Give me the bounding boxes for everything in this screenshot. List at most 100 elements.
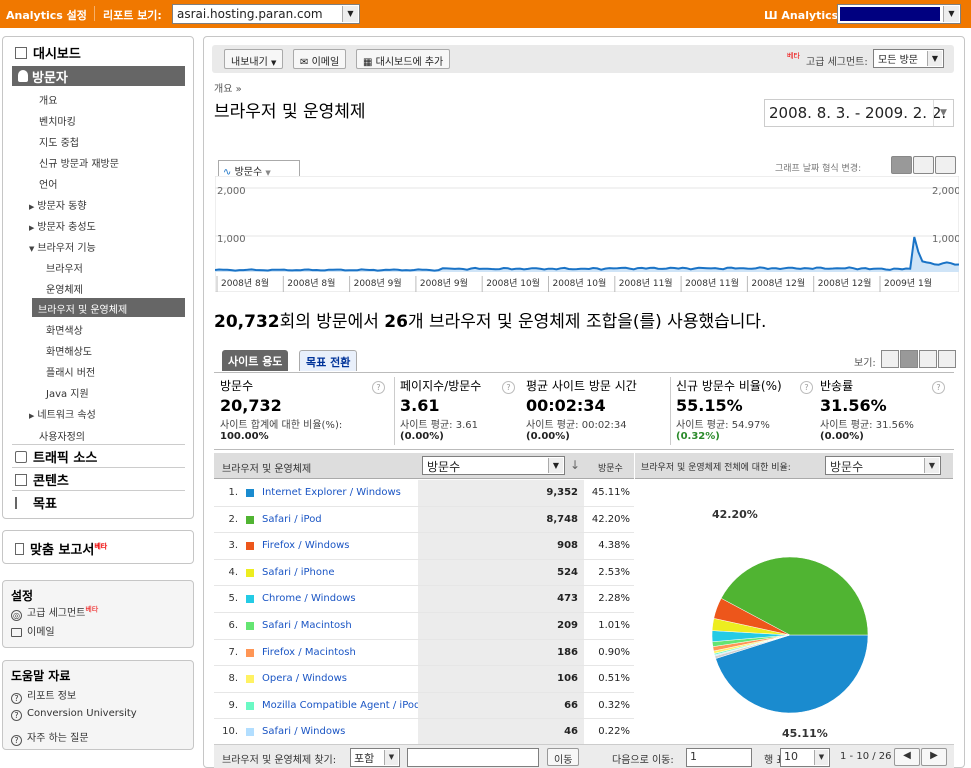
beta-badge: 베타	[787, 52, 800, 60]
graph-metric-selector[interactable]: ∿ 방문수 ▼	[218, 160, 300, 178]
graph-week-button[interactable]	[913, 156, 934, 174]
row-visits: 66	[418, 692, 584, 719]
sidebar-item-browser-capabilities[interactable]: ▼ 브라우저 기능	[29, 239, 96, 254]
goto-page-input[interactable]: 1	[686, 748, 752, 767]
sidebar-item-custom-reports[interactable]: 맞춤 보고서베타	[15, 539, 107, 558]
report-site-value: asrai.hosting.paran.com	[177, 7, 323, 21]
sidebar-item-traffic-sources[interactable]: 트래픽 소스	[15, 447, 97, 466]
row-percent: 2.28%	[598, 593, 630, 605]
x-axis-tick-label: 2009년 1월	[884, 277, 932, 289]
sidebar-item-content[interactable]: 콘텐츠	[15, 470, 69, 489]
row-name-link[interactable]: Safari / Macintosh	[262, 620, 418, 631]
visits-line-chart[interactable]: 2,000 1,000 2,000 1,000 2008년 8월 2008년 8월…	[215, 176, 959, 292]
sidebar-item-goals[interactable]: 목표	[15, 493, 57, 512]
graph-day-button[interactable]	[891, 156, 912, 174]
sidebar-item-label: 트래픽 소스	[33, 451, 98, 466]
date-range-picker[interactable]: 2008. 8. 3. - 2009. 2. 2. ▼	[764, 99, 954, 127]
next-page-button[interactable]: ▶	[921, 748, 947, 766]
sidebar-item-overview[interactable]: 개요	[39, 92, 57, 107]
table-row: 9. Mozilla Compatible Agent / iPod 66 0.32%	[214, 692, 634, 720]
row-name-link[interactable]: Mozilla Compatible Agent / iPod	[262, 700, 418, 711]
report-site-select[interactable]: asrai.hosting.paran.com ▼	[172, 4, 360, 24]
sidebar-item-languages[interactable]: 언어	[39, 176, 57, 191]
help-icon[interactable]: ?	[800, 381, 813, 394]
help-icon[interactable]: ?	[932, 381, 945, 394]
email-label: 이메일	[311, 57, 340, 68]
sidebar-item-user-defined[interactable]: 사용자정의	[39, 428, 85, 443]
stat-value: 55.15%	[676, 396, 743, 415]
performance-view-icon[interactable]	[919, 350, 937, 368]
add-to-dashboard-button[interactable]: ▦ 대시보드에 추가	[356, 49, 451, 69]
help-icon[interactable]: ?	[502, 381, 515, 394]
sidebar-item-label: 맞춤 보고서	[30, 543, 95, 558]
analytics-logo-icon: Ш	[764, 9, 782, 22]
series-swatch	[246, 595, 254, 604]
sidebar-item-map-overlay[interactable]: 지도 중첩	[39, 134, 79, 149]
sidebar-item-browsers[interactable]: 브라우저	[46, 260, 83, 275]
report-toolbar: 내보내기 ▼ ✉ 이메일 ▦ 대시보드에 추가 베타 고급 세그먼트: 모든 방…	[212, 45, 954, 73]
row-name-link[interactable]: Chrome / Windows	[262, 593, 418, 604]
sidebar-item-screen-resolutions[interactable]: 화면해상도	[46, 343, 92, 358]
sidebar-item-visitors[interactable]: 방문자	[12, 66, 185, 86]
sidebar-item-browsers-and-os[interactable]: 브라우저 및 운영체제	[32, 298, 185, 317]
rows-value: 10	[784, 750, 798, 763]
view-label: 보기:	[854, 358, 876, 369]
help-icon[interactable]: ?	[372, 381, 385, 394]
row-name-link[interactable]: Safari / Windows	[262, 726, 418, 737]
pie-view-icon[interactable]	[900, 350, 918, 368]
sidebar-item-flash-versions[interactable]: 플래시 버전	[46, 364, 95, 379]
sidebar-item-advanced-segments[interactable]: ◎ 고급 세그먼트베타	[11, 604, 98, 621]
row-name-link[interactable]: Firefox / Macintosh	[262, 647, 418, 658]
prev-page-button[interactable]: ◀	[894, 748, 920, 766]
export-button[interactable]: 내보내기 ▼	[224, 49, 284, 69]
y-axis-top-label-right: 2,000	[932, 186, 959, 197]
email-button[interactable]: ✉ 이메일	[293, 49, 347, 69]
row-name-link[interactable]: Opera / Windows	[262, 673, 418, 684]
x-axis-tick-label: 2008년 11월	[619, 277, 673, 289]
sidebar-item-visitor-trending[interactable]: ▶ 방문자 동향	[29, 197, 87, 212]
sidebar-item-network-properties[interactable]: ▶ 네트워크 속성	[29, 406, 96, 421]
metric-select[interactable]: 방문수 ▼	[422, 456, 565, 475]
row-name-link[interactable]: Firefox / Windows	[262, 540, 418, 551]
row-name-link[interactable]: Internet Explorer / Windows	[262, 487, 418, 498]
help-item-conversion-university[interactable]: ? Conversion University	[11, 708, 137, 721]
analytics-settings-link[interactable]: Analytics 설정	[6, 7, 87, 23]
content-page-icon	[15, 474, 27, 486]
account-select[interactable]: ▼	[837, 4, 961, 24]
beta-badge: 베타	[85, 605, 99, 614]
graph-month-button[interactable]	[935, 156, 956, 174]
comparison-view-icon[interactable]	[938, 350, 956, 368]
x-axis-tick-label: 2008년 11월	[685, 277, 739, 289]
sidebar-item-email[interactable]: 이메일	[11, 623, 55, 638]
tab-goal-conversion[interactable]: 목표 전환	[299, 350, 358, 371]
help-item-faq[interactable]: ? 자주 하는 질문	[11, 729, 89, 746]
sidebar-item-visitor-loyalty[interactable]: ▶ 방문자 충성도	[29, 218, 96, 233]
table-row: 7. Firefox / Macintosh 186 0.90%	[214, 639, 634, 667]
help-item-about-report[interactable]: ? 리포트 정보	[11, 687, 76, 704]
advanced-segment-select[interactable]: 모든 방문 ▼	[873, 49, 944, 68]
sort-desc-icon[interactable]: ↓	[570, 458, 580, 472]
sidebar-item-benchmarking[interactable]: 벤치마킹	[39, 113, 76, 128]
row-index: 9.	[228, 699, 238, 711]
sidebar-item-dashboard[interactable]: 대시보드	[15, 43, 81, 62]
row-name-link[interactable]: Safari / iPhone	[262, 567, 418, 578]
pie-chart[interactable]: 42.20% 45.11%	[635, 480, 953, 744]
row-name-link[interactable]: Safari / iPod	[262, 514, 418, 525]
sidebar-item-java-support[interactable]: Java 지원	[46, 385, 89, 400]
go-button[interactable]: 이동	[547, 748, 580, 766]
sidebar-item-operating-systems[interactable]: 운영체제	[46, 281, 83, 296]
table-view-icon[interactable]	[881, 350, 899, 368]
breadcrumb[interactable]: 개요 »	[214, 80, 242, 95]
x-axis-tick-label: 2008년 12월	[818, 277, 872, 289]
row-index: 1.	[228, 487, 238, 498]
search-input[interactable]	[407, 748, 539, 767]
sidebar-item-new-vs-returning[interactable]: 신규 방문과 재방문	[39, 155, 119, 170]
sidebar-item-screen-colors[interactable]: 화면색상	[46, 322, 83, 337]
summary-visits: 20,732	[214, 312, 280, 332]
col-header-name[interactable]: 브라우저 및 운영체제	[222, 460, 311, 475]
rows-select[interactable]: 10 ▼	[780, 748, 830, 767]
series-swatch	[246, 648, 254, 657]
tab-site-usage[interactable]: 사이트 용도	[222, 350, 289, 371]
pie-metric-select[interactable]: 방문수 ▼	[825, 456, 941, 475]
match-select[interactable]: 포함 ▼	[350, 748, 400, 767]
